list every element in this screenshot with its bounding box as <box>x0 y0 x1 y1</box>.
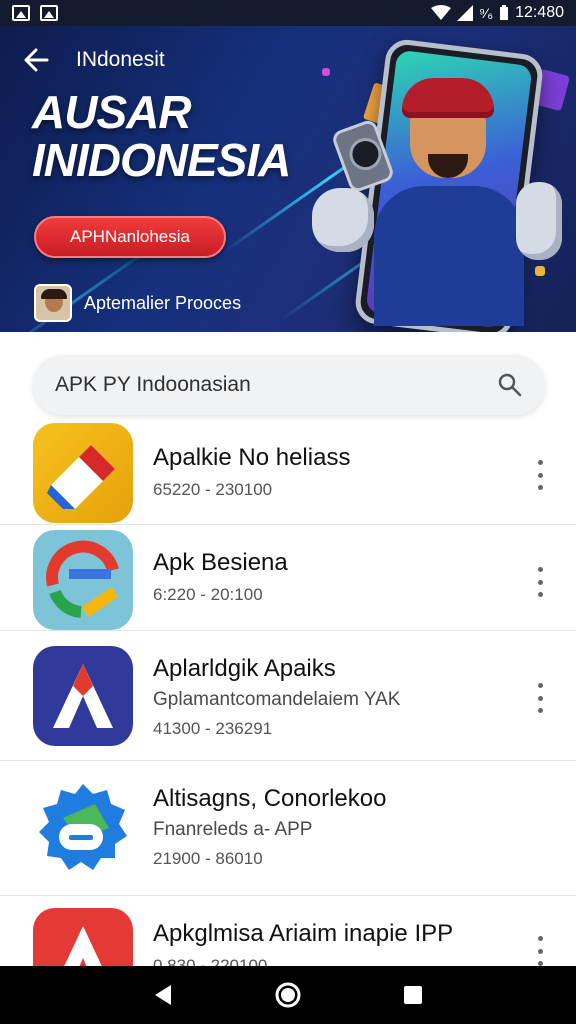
system-nav-bar <box>0 966 576 1024</box>
hero-decoration <box>322 68 330 76</box>
app-subtitle: Gplamantcomandelaiem YAK <box>153 689 401 710</box>
nav-back-button[interactable] <box>143 975 183 1015</box>
status-bar: ⁹⁄₆ 12:480 <box>0 0 576 26</box>
list-item[interactable]: Altisagns, Conorlekoo Fnanreleds a- APP … <box>0 761 576 896</box>
app-icon-google-teal <box>33 530 133 630</box>
search-input[interactable] <box>55 373 497 397</box>
app-meta: 21900 - 86010 <box>153 849 263 868</box>
hero-top-bar: INdonesit <box>22 46 165 74</box>
image-notification-icon <box>40 5 58 21</box>
status-right: ⁹⁄₆ 12:480 <box>431 4 564 22</box>
status-time: 12:480 <box>515 4 564 21</box>
app-name: Apkglmisa Ariaim inapie IPP <box>153 920 454 947</box>
list-item[interactable]: Apalkie No heliass 65220 - 230100 <box>0 420 576 525</box>
app-icon-blue-a <box>33 646 133 746</box>
hero-cta-button[interactable]: APHNanlohesia <box>34 216 226 258</box>
app-subtitle: Fnanreleds a- APP <box>153 819 313 840</box>
status-left <box>12 5 58 21</box>
more-vert-icon[interactable] <box>530 460 550 490</box>
status-indicators: ⁹⁄₆ <box>479 5 494 21</box>
hero-character-body <box>374 186 524 326</box>
app-text: Apalkie No heliass 65220 - 230100 <box>153 444 513 500</box>
app-name: Altisagns, Conorlekoo <box>153 785 387 812</box>
list-item[interactable]: Apk Besiena 6:220 - 20:100 <box>0 525 576 631</box>
more-vert-icon[interactable] <box>530 567 550 597</box>
home-circle-icon <box>275 982 301 1008</box>
more-vert-icon[interactable] <box>530 683 550 713</box>
publisher-name: Aptemalier Prooces <box>84 292 242 313</box>
app-name: Apk Besiena <box>153 549 288 576</box>
wifi-icon <box>431 5 452 20</box>
back-arrow-icon[interactable] <box>22 46 50 74</box>
more-vert-icon[interactable] <box>530 936 550 966</box>
hero-decoration <box>535 266 545 276</box>
app-text: Altisagns, Conorlekoo Fnanreleds a- APP … <box>153 785 513 869</box>
app-text: Aplarldgik Apaiks Gplamantcomandelaiem Y… <box>153 655 513 739</box>
app-meta: 41300 - 236291 <box>153 719 273 738</box>
hero-banner[interactable]: INdonesit AUSAR INIDONESIA APHNanlohesia… <box>0 26 576 332</box>
recents-square-icon <box>404 986 423 1004</box>
gallery-notification-icon <box>12 5 30 21</box>
list-item[interactable]: Aplarldgik Apaiks Gplamantcomandelaiem Y… <box>0 631 576 761</box>
app-icon-blue-badge <box>33 778 133 878</box>
nav-home-button[interactable] <box>268 975 308 1015</box>
signal-icon <box>457 5 474 21</box>
nav-recents-button[interactable] <box>393 975 433 1015</box>
hero-glove-left <box>312 188 374 252</box>
hero-top-label: INdonesit <box>76 48 165 71</box>
search-icon[interactable] <box>497 372 523 398</box>
back-triangle-icon <box>154 985 171 1005</box>
app-icon-yellow <box>33 423 133 523</box>
hero-character-turban <box>402 78 494 118</box>
publisher-info[interactable]: Aptemalier Prooces <box>34 284 241 322</box>
hero-glove-right <box>516 182 562 260</box>
battery-icon <box>500 5 509 20</box>
hero-title: AUSAR INIDONESIA <box>32 86 291 186</box>
app-name: Aplarldgik Apaiks <box>153 655 336 682</box>
screen: ⁹⁄₆ 12:480 INdonesit AUSAR INIDONESIA AP… <box>0 0 576 1024</box>
app-text: Apk Besiena 6:220 - 20:100 <box>153 549 513 605</box>
app-meta: 65220 - 230100 <box>153 480 273 499</box>
search-bar[interactable] <box>33 355 545 415</box>
app-meta: 6:220 - 20:100 <box>153 585 263 604</box>
app-name: Apalkie No heliass <box>153 444 351 471</box>
avatar <box>34 284 72 322</box>
